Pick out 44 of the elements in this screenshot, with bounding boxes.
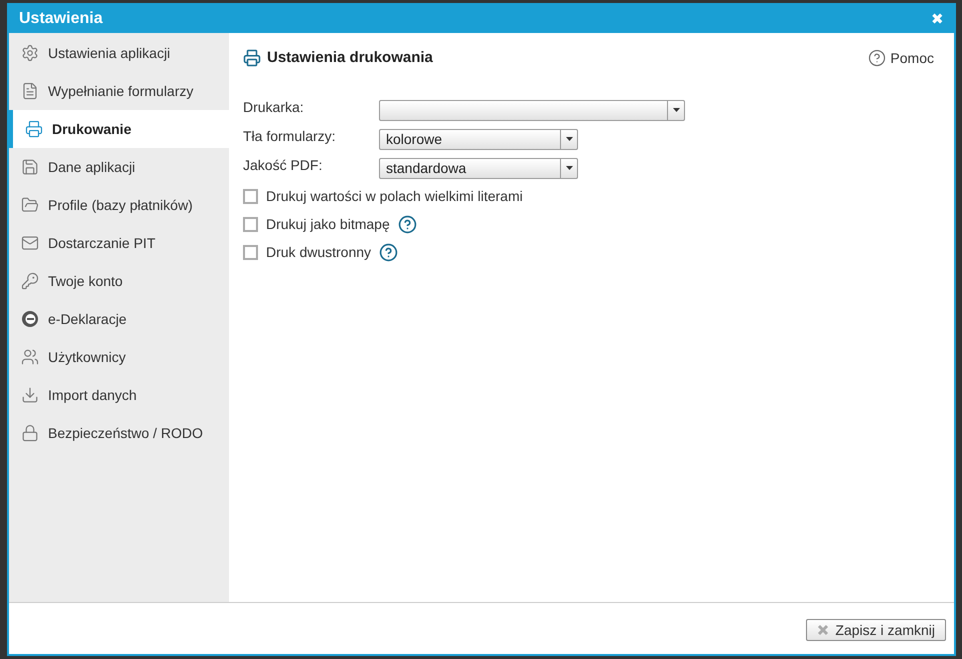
sidebar-item[interactable]: Dostarczanie PIT [9, 224, 229, 262]
panel-title: Ustawienia drukowania [267, 48, 433, 68]
checkbox-label: Druk dwustronny [266, 243, 372, 262]
dropdown[interactable]: standardowa [379, 158, 578, 178]
caret-icon [672, 108, 680, 112]
help-link[interactable]: Pomoc [868, 48, 934, 69]
key-icon [21, 272, 39, 290]
checkbox[interactable] [243, 245, 258, 260]
sidebar-item[interactable]: Bezpieczeństwo / RODO [9, 414, 229, 452]
close-icon [817, 624, 830, 636]
checkbox[interactable] [243, 217, 258, 232]
sidebar-item[interactable]: Dane aplikacji [9, 148, 229, 186]
users-icon [21, 348, 39, 366]
window-title: Ustawienia [19, 9, 103, 29]
folder-icon [21, 196, 39, 214]
sidebar-item[interactable]: e-Deklaracje [9, 300, 229, 338]
gear-icon [21, 44, 39, 62]
field-label: Drukarka: [243, 98, 305, 116]
lock-icon [21, 424, 39, 442]
help-icon [868, 49, 886, 68]
sidebar-item[interactable]: Wypełnianie formularzy [9, 72, 229, 110]
dropdown[interactable] [379, 100, 685, 120]
help-icon[interactable] [398, 215, 417, 234]
caret-icon [566, 166, 572, 170]
checkbox-label: Drukuj jako bitmapę [266, 215, 390, 234]
document-icon [21, 82, 39, 100]
checkbox[interactable] [243, 189, 258, 204]
field-label: Tła formularzy: [243, 126, 337, 146]
sidebar-item[interactable]: Ustawienia aplikacji [9, 34, 229, 72]
printer-icon [25, 120, 43, 138]
sidebar-item[interactable]: Drukowanie [9, 110, 229, 148]
printer-icon [243, 49, 261, 68]
help-icon[interactable] [379, 243, 398, 262]
dropdown[interactable]: kolorowe [379, 128, 578, 150]
caret-icon [566, 137, 572, 141]
sidebar-item[interactable]: Użytkownicy [9, 338, 229, 376]
sidebar-item[interactable]: Twoje konto [9, 262, 229, 300]
field-label: Jakość PDF: [243, 156, 324, 174]
sidebar-item[interactable]: Profile (bazy płatników) [9, 186, 229, 224]
envelope-icon [21, 234, 39, 252]
checkbox-label: Drukuj wartości w polach wielkimi literami [266, 187, 523, 206]
sidebar-item[interactable]: Import danych [9, 376, 229, 414]
download-icon [21, 386, 39, 404]
save-and-close-button[interactable]: Zapisz i zamknij [806, 619, 946, 641]
